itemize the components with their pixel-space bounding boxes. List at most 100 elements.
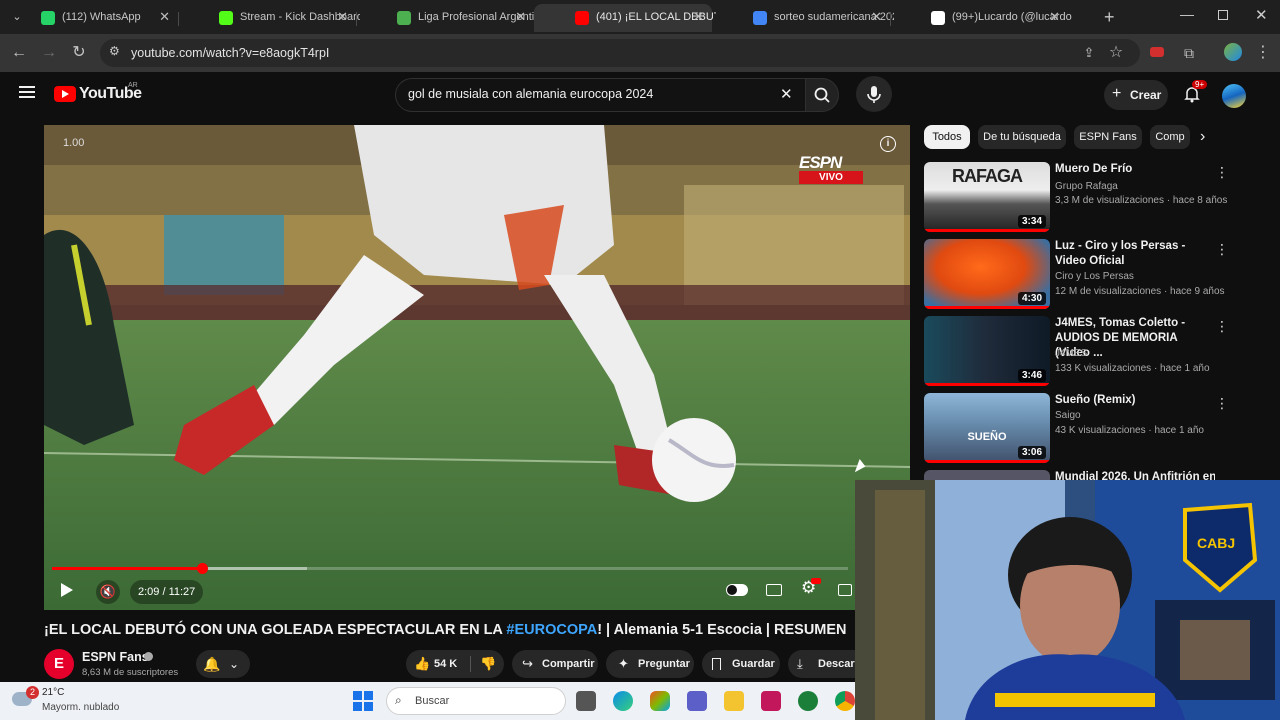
video-thumbnail[interactable]: 4:30 [924, 239, 1050, 309]
create-button[interactable]: + Crear [1104, 80, 1168, 110]
video-title[interactable]: Mundial 2026, Un Anfitrión en el [1055, 470, 1215, 480]
browser-tab[interactable]: (99+)Lucardo (@lucardok ✕ [890, 4, 1072, 32]
more-actions-icon[interactable]: ⋮ [1215, 241, 1229, 258]
progress-scrubber[interactable] [196, 563, 208, 574]
close-window-icon[interactable]: ✕ [1255, 6, 1268, 24]
tab-close-icon[interactable]: ✕ [693, 9, 704, 25]
new-tab-button[interactable]: + [1104, 7, 1115, 28]
chrome-taskbar-icon[interactable] [835, 691, 855, 711]
subtitles-icon[interactable] [766, 584, 782, 596]
video-thumbnail[interactable]: 3:46 [924, 316, 1050, 386]
league-icon [397, 11, 411, 25]
install-app-icon[interactable]: ⇪ [1078, 42, 1100, 64]
youtube-logo[interactable]: YouTube AR [54, 82, 154, 107]
back-icon[interactable]: ← [8, 42, 30, 64]
recommendation-item[interactable]: SUEÑO 3:06 Sueño (Remix) Saigo 43 K visu… [922, 393, 1242, 465]
forward-icon[interactable]: → [38, 42, 60, 64]
teams-icon[interactable] [687, 691, 707, 711]
chip-espn-fans[interactable]: ESPN Fans [1074, 125, 1142, 149]
site-info-icon[interactable]: ⚙ [109, 44, 120, 58]
recommendation-item[interactable]: Mundial 2026, Un Anfitrión en el [922, 470, 1242, 480]
ask-button[interactable]: ✦ Preguntar [606, 650, 694, 678]
channel-name[interactable]: Saigo [1055, 410, 1081, 421]
channel-name[interactable]: Grupo Rafaga [1055, 181, 1118, 192]
tab-close-icon[interactable]: ✕ [1049, 9, 1060, 25]
weather-widget[interactable]: 2 21°C Mayorm. nublado [10, 686, 130, 716]
reload-icon[interactable]: ↻ [68, 42, 90, 64]
progress-bar-track[interactable] [52, 563, 848, 574]
app-green-icon[interactable] [798, 691, 818, 711]
like-button[interactable]: 👍 54 K [406, 650, 466, 678]
edge-browser-icon[interactable] [613, 691, 633, 711]
search-input[interactable]: gol de musiala con alemania eurocopa 202… [395, 78, 805, 112]
video-title[interactable]: Sueño (Remix) [1055, 393, 1210, 408]
recommendation-item[interactable]: RAFAGA 3:34 Muero De Frío Grupo Rafaga 3… [922, 162, 1242, 234]
clear-search-icon[interactable]: ✕ [780, 85, 793, 103]
app-red-icon[interactable] [761, 691, 781, 711]
miniplayer-icon[interactable] [838, 584, 852, 596]
chevron-down-icon: ⌄ [229, 657, 240, 671]
bookmark-star-icon[interactable]: ☆ [1105, 42, 1127, 64]
taskbar-search-box[interactable]: ⌕ Buscar [386, 687, 566, 715]
dislike-divider [470, 656, 471, 672]
subscribed-notifications-button[interactable]: 🔔 ⌄ [196, 650, 250, 678]
windows-start-icon[interactable] [353, 691, 373, 711]
channel-name[interactable]: Ciro y Los Persas [1055, 271, 1134, 282]
browser-tab[interactable]: (401) ¡EL LOCAL DEBUTÓ C✕ [534, 4, 716, 32]
search-button[interactable] [805, 78, 839, 112]
file-explorer-icon[interactable] [724, 691, 744, 711]
copilot-icon[interactable] [650, 691, 670, 711]
more-actions-icon[interactable]: ⋮ [1215, 164, 1229, 181]
minimize-icon[interactable]: — [1180, 6, 1194, 22]
chip-comp[interactable]: Comp [1150, 125, 1190, 149]
chip-todos[interactable]: Todos [924, 125, 970, 149]
tab-close-icon[interactable]: ✕ [337, 9, 348, 25]
tab-close-icon[interactable]: ✕ [159, 9, 170, 25]
download-button[interactable]: ⤓ Descarg [788, 650, 858, 678]
video-thumbnail[interactable] [924, 470, 1050, 480]
account-avatar[interactable] [1222, 84, 1246, 108]
task-view-icon[interactable] [576, 691, 596, 711]
video-title[interactable]: Luz - Ciro y los Persas - Video Oficial [1055, 239, 1210, 269]
tab-close-icon[interactable]: ✕ [871, 9, 882, 25]
tab-close-icon[interactable]: ✕ [515, 9, 526, 25]
muted-volume-icon[interactable]: 🔇 [96, 580, 120, 604]
notifications-bell-icon[interactable]: 9+ [1182, 80, 1208, 104]
hashtag-link[interactable]: #EUROCOPA [506, 622, 597, 638]
channel-name[interactable]: J4MES [1055, 348, 1087, 359]
video-thumbnail[interactable]: RAFAGA 3:34 [924, 162, 1050, 232]
video-thumbnail[interactable]: SUEÑO 3:06 [924, 393, 1050, 463]
browser-menu-icon[interactable]: ⋮ [1252, 42, 1274, 64]
play-icon[interactable] [61, 583, 73, 597]
channel-name-link[interactable]: ESPN Fans [82, 650, 149, 664]
profile-avatar[interactable] [1224, 43, 1242, 61]
restore-icon[interactable] [1218, 10, 1228, 20]
save-button[interactable]: Guardar [702, 650, 780, 678]
browser-tab[interactable]: Stream - Kick Dashboard ✕ [178, 4, 360, 32]
more-actions-icon[interactable]: ⋮ [1215, 395, 1229, 412]
address-bar[interactable]: ⚙ youtube.com/watch?v=e8aogkT4rpI [100, 39, 1140, 67]
browser-tab[interactable]: sorteo sudamericana 2026 ✕ [712, 4, 894, 32]
extensions-puzzle-icon[interactable]: ⧉ [1178, 42, 1200, 64]
chip-de-tu-busqueda[interactable]: De tu búsqueda [978, 125, 1066, 149]
channel-avatar[interactable]: E [44, 649, 74, 679]
video-player[interactable]: 1.00 ESPN VIVO i [44, 125, 910, 610]
browser-tab[interactable]: (112) WhatsApp ✕ [0, 4, 178, 32]
video-title[interactable]: Muero De Frío [1055, 162, 1210, 177]
chips-next-chevron-icon[interactable]: › [1200, 128, 1205, 146]
recommendation-item[interactable]: 3:46 J4MES, Tomas Coletto - AUDIOS DE ME… [922, 316, 1242, 388]
hamburger-menu-icon[interactable] [19, 86, 35, 98]
browser-tab[interactable]: Liga Profesional Argentina ✕ [356, 4, 538, 32]
watched-progress-bar [924, 306, 1050, 309]
autoplay-toggle[interactable] [726, 584, 748, 596]
dislike-button[interactable]: 👎 [474, 650, 502, 678]
recommendation-item[interactable]: 4:30 Luz - Ciro y los Persas - Video Ofi… [922, 239, 1242, 311]
voice-search-button[interactable] [856, 76, 892, 112]
share-button[interactable]: ↪ Compartir [512, 650, 598, 678]
more-actions-icon[interactable]: ⋮ [1215, 318, 1229, 335]
info-icon[interactable]: i [880, 136, 896, 152]
extension-red-icon[interactable] [1150, 47, 1164, 57]
share-label: Compartir [542, 658, 595, 670]
watched-progress-bar [924, 383, 1050, 386]
speed-overlay: 1.00 [63, 137, 85, 149]
